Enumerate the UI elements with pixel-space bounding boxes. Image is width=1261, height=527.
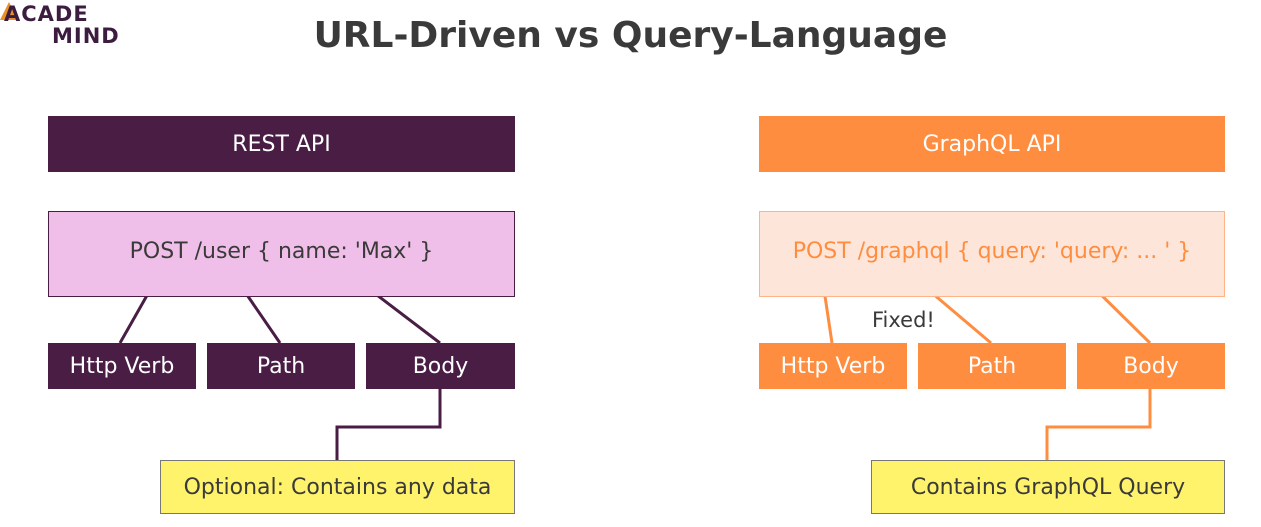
graphql-http-verb-box: Http Verb	[759, 343, 907, 389]
graphql-path-box: Path	[918, 343, 1066, 389]
graphql-fixed-label: Fixed!	[872, 308, 935, 332]
rest-path-box: Path	[207, 343, 355, 389]
graphql-request-text: POST /graphql { query: 'query: ... ' }	[792, 238, 1192, 264]
graphql-request-box: POST /graphql { query: 'query: ... ' }	[759, 211, 1225, 297]
rest-note-connector	[335, 389, 442, 460]
rest-request-text: POST /user { name: 'Max' }	[129, 238, 434, 264]
graphql-note-connector	[1045, 389, 1152, 460]
rest-body-note: Optional: Contains any data	[160, 460, 515, 514]
rest-body-box: Body	[366, 343, 515, 389]
graphql-api-header: GraphQL API	[759, 116, 1225, 172]
rest-http-verb-box: Http Verb	[48, 343, 196, 389]
rest-request-box: POST /user { name: 'Max' }	[48, 211, 515, 297]
graphql-body-box: Body	[1077, 343, 1225, 389]
graphql-body-note: Contains GraphQL Query	[871, 460, 1225, 514]
slide-title: URL-Driven vs Query-Language	[313, 15, 948, 56]
rest-api-header: REST API	[48, 116, 515, 172]
